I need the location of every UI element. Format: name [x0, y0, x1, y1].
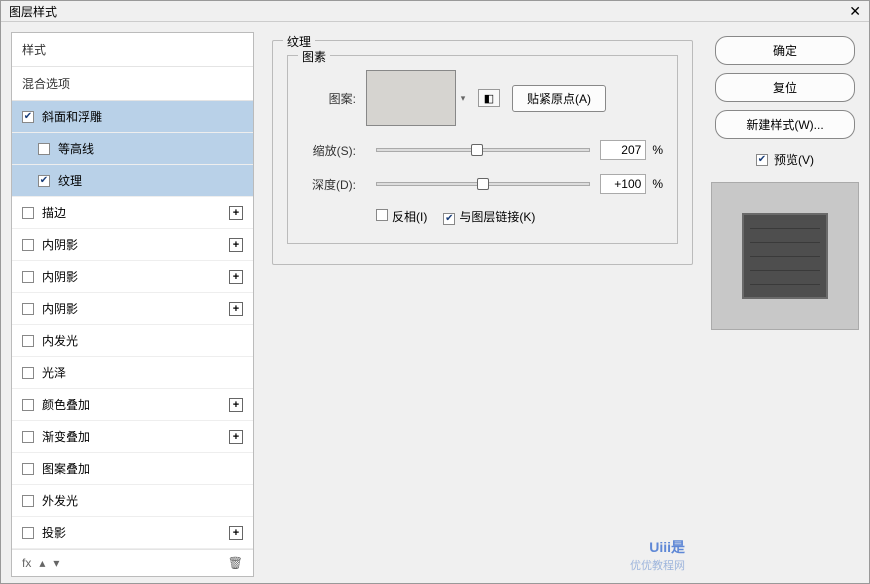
sidebar-item-label: 图案叠加 — [42, 460, 90, 477]
dialog-title: 图层样式 — [9, 3, 57, 20]
pattern-label: 图案: — [302, 90, 356, 107]
preview-swatch — [742, 213, 828, 299]
sidebar-footer: fx ▴ ▾ 🗑 — [12, 549, 253, 576]
pattern-dropdown-icon[interactable]: ▾ — [456, 93, 470, 104]
pattern-group-title: 图素 — [298, 48, 330, 65]
scale-input[interactable] — [600, 140, 646, 160]
sidebar-item-12[interactable]: 外发光 — [12, 485, 253, 517]
sidebar-item-8[interactable]: 光泽 — [12, 357, 253, 389]
sidebar-item-label: 内阴影 — [42, 236, 78, 253]
sidebar-item-1[interactable]: 等高线 — [12, 133, 253, 165]
link-layer-checkbox[interactable]: 与图层链接(K) — [443, 208, 535, 225]
checkbox-icon[interactable] — [38, 143, 50, 155]
sidebar-item-label: 描边 — [42, 204, 66, 221]
arrow-up-icon[interactable]: ▴ — [39, 556, 45, 570]
sidebar-item-label: 颜色叠加 — [42, 396, 90, 413]
pattern-swatch[interactable] — [366, 70, 456, 126]
sidebar-item-5[interactable]: 内阴影 + — [12, 261, 253, 293]
sidebar-item-label: 斜面和浮雕 — [42, 108, 102, 125]
new-preset-icon[interactable]: ◧ — [478, 89, 500, 107]
checkbox-icon[interactable] — [22, 111, 34, 123]
sidebar-item-label: 内阴影 — [42, 268, 78, 285]
styles-sidebar: 样式 混合选项 斜面和浮雕等高线纹理描边 + 内阴影 + 内阴影 + 内阴影 + 内发光光泽颜色… — [11, 32, 254, 577]
sidebar-item-7[interactable]: 内发光 — [12, 325, 253, 357]
reset-button[interactable]: 复位 — [715, 73, 855, 102]
add-effect-icon[interactable]: + — [229, 238, 243, 252]
sidebar-item-6[interactable]: 内阴影 + — [12, 293, 253, 325]
depth-slider[interactable] — [376, 182, 590, 186]
sidebar-item-label: 投影 — [42, 524, 66, 541]
checkbox-icon[interactable] — [22, 335, 34, 347]
sidebar-item-label: 渐变叠加 — [42, 428, 90, 445]
checkbox-icon[interactable] — [22, 207, 34, 219]
blend-options-header[interactable]: 混合选项 — [12, 67, 253, 101]
checkbox-icon[interactable] — [38, 175, 50, 187]
sidebar-item-label: 内阴影 — [42, 300, 78, 317]
sidebar-item-label: 光泽 — [42, 364, 66, 381]
checkbox-icon[interactable] — [22, 303, 34, 315]
sidebar-item-3[interactable]: 描边 + — [12, 197, 253, 229]
invert-checkbox[interactable]: 反相(I) — [376, 208, 427, 225]
preview-checkbox[interactable]: 预览(V) — [756, 151, 814, 168]
scale-label: 缩放(S): — [302, 142, 356, 159]
checkbox-icon[interactable] — [22, 239, 34, 251]
new-style-button[interactable]: 新建样式(W)... — [715, 110, 855, 139]
add-effect-icon[interactable]: + — [229, 206, 243, 220]
sidebar-item-13[interactable]: 投影 + — [12, 517, 253, 549]
ok-button[interactable]: 确定 — [715, 36, 855, 65]
checkbox-icon[interactable] — [22, 527, 34, 539]
sidebar-item-label: 等高线 — [58, 140, 94, 157]
sidebar-item-11[interactable]: 图案叠加 — [12, 453, 253, 485]
settings-panel: 纹理 图素 图案: ▾ ◧ 贴紧原点(A) 缩放(S): % — [272, 32, 693, 577]
checkbox-icon[interactable] — [22, 399, 34, 411]
sidebar-item-2[interactable]: 纹理 — [12, 165, 253, 197]
add-effect-icon[interactable]: + — [229, 526, 243, 540]
checkbox-icon[interactable] — [22, 271, 34, 283]
watermark: Uiii是优优教程网 — [630, 537, 685, 573]
fx-menu-icon[interactable]: fx — [22, 556, 31, 570]
preview-box — [711, 182, 859, 330]
arrow-down-icon[interactable]: ▾ — [53, 556, 59, 570]
sidebar-item-0[interactable]: 斜面和浮雕 — [12, 101, 253, 133]
scale-unit: % — [652, 143, 663, 157]
depth-label: 深度(D): — [302, 176, 356, 193]
sidebar-item-label: 内发光 — [42, 332, 78, 349]
depth-unit: % — [652, 177, 663, 191]
action-panel: 确定 复位 新建样式(W)... 预览(V) — [711, 32, 859, 577]
checkbox-icon[interactable] — [22, 431, 34, 443]
add-effect-icon[interactable]: + — [229, 302, 243, 316]
checkbox-icon[interactable] — [22, 463, 34, 475]
sidebar-item-label: 纹理 — [58, 172, 82, 189]
close-icon[interactable]: ✕ — [849, 3, 861, 20]
scale-slider[interactable] — [376, 148, 590, 152]
styles-header[interactable]: 样式 — [12, 33, 253, 67]
checkbox-icon[interactable] — [22, 495, 34, 507]
checkbox-icon[interactable] — [22, 367, 34, 379]
sidebar-item-9[interactable]: 颜色叠加 + — [12, 389, 253, 421]
add-effect-icon[interactable]: + — [229, 430, 243, 444]
sidebar-item-10[interactable]: 渐变叠加 + — [12, 421, 253, 453]
snap-origin-button[interactable]: 贴紧原点(A) — [512, 85, 606, 112]
depth-input[interactable] — [600, 174, 646, 194]
add-effect-icon[interactable]: + — [229, 270, 243, 284]
sidebar-item-label: 外发光 — [42, 492, 78, 509]
add-effect-icon[interactable]: + — [229, 398, 243, 412]
sidebar-item-4[interactable]: 内阴影 + — [12, 229, 253, 261]
trash-icon[interactable]: 🗑 — [228, 556, 243, 570]
